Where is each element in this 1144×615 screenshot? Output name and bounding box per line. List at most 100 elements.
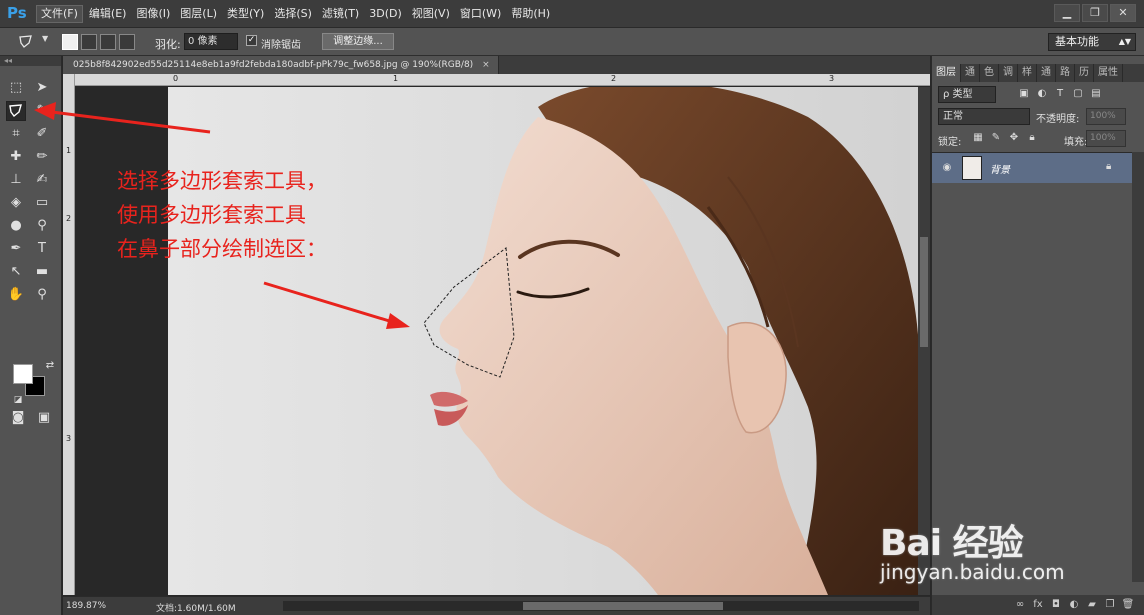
layer-filter-row: ρ 类型 ▣ ◐ T ▢ ▤ xyxy=(938,86,1138,103)
restore-button[interactable]: ❐ xyxy=(1082,4,1108,22)
menu-image[interactable]: 图像(I) xyxy=(132,5,174,23)
menu-file[interactable]: 文件(F) xyxy=(36,5,83,23)
workspace-select[interactable]: 基本功能 ▲▼ xyxy=(1048,33,1136,51)
tool-preset-caret-icon[interactable]: ▼ xyxy=(42,34,48,43)
canvas-horizontal-scrollbar[interactable] xyxy=(283,601,919,611)
polygonal-lasso-icon[interactable] xyxy=(18,34,34,50)
new-selection-button[interactable] xyxy=(62,34,78,50)
lock-row: 锁定: ▦ ✎ ✥ 🔒︎ 填充: 100% xyxy=(938,130,1138,148)
lock-transparency-icon[interactable]: ▦ xyxy=(972,132,984,144)
status-bar: 189.87% 文档:1.60M/1.60M xyxy=(63,596,930,615)
ruler-h-label: 2 xyxy=(611,74,617,83)
eye-icon[interactable]: ◉ xyxy=(940,161,954,175)
tab-color[interactable]: 色 xyxy=(980,64,999,82)
close-tab-icon[interactable]: × xyxy=(482,60,490,70)
hand-tool-icon[interactable]: ✋ xyxy=(6,285,26,305)
lock-all-icon[interactable]: 🔒︎ xyxy=(1026,132,1038,144)
tab-properties[interactable]: 属性 xyxy=(1094,64,1123,82)
adjustment-filter-icon[interactable]: ◐ xyxy=(1036,88,1048,100)
rectangle-tool-icon[interactable]: ▬ xyxy=(32,262,52,282)
ruler-h-label: 1 xyxy=(393,74,399,83)
tab-channels[interactable]: 通 xyxy=(961,64,980,82)
minimize-button[interactable]: ▁ xyxy=(1054,4,1080,22)
menu-3d[interactable]: 3D(D) xyxy=(365,5,406,23)
lock-position-icon[interactable]: ✥ xyxy=(1008,132,1020,144)
zoom-tool-icon[interactable]: ⚲ xyxy=(32,285,52,305)
menu-view[interactable]: 视图(V) xyxy=(408,5,454,23)
menu-select[interactable]: 选择(S) xyxy=(270,5,316,23)
clone-stamp-tool-icon[interactable]: ⊥ xyxy=(6,170,26,190)
trash-icon[interactable]: 🗑︎ xyxy=(1119,595,1137,615)
layer-thumbnail xyxy=(962,156,982,180)
new-layer-icon[interactable]: ❐ xyxy=(1101,595,1119,615)
layer-row-background[interactable]: ◉ 背景 🔒︎ xyxy=(932,153,1132,183)
photoshop-logo: Ps xyxy=(7,4,27,22)
feather-input[interactable]: 0 像素 xyxy=(184,33,238,50)
workspace-value: 基本功能 xyxy=(1055,35,1099,48)
menu-window[interactable]: 窗口(W) xyxy=(456,5,505,23)
feather-label: 羽化: xyxy=(155,38,181,51)
lock-pixels-icon[interactable]: ✎ xyxy=(990,132,1002,144)
path-selection-tool-icon[interactable]: ↖ xyxy=(6,262,26,282)
annotation-line-1: 选择多边形套索工具， xyxy=(117,169,327,193)
main-menu: 文件(F) 编辑(E) 图像(I) 图层(L) 类型(Y) 选择(S) 滤镜(T… xyxy=(36,5,556,23)
document-size-info: 文档:1.60M/1.60M xyxy=(156,604,236,614)
menu-type[interactable]: 类型(Y) xyxy=(223,5,268,23)
history-brush-tool-icon[interactable]: ✍ xyxy=(32,170,52,190)
ruler-h-label: 3 xyxy=(829,74,835,83)
gradient-tool-icon[interactable]: ▭ xyxy=(32,193,52,213)
subtract-selection-button[interactable] xyxy=(100,34,116,50)
intersect-selection-button[interactable] xyxy=(119,34,135,50)
close-button[interactable]: ✕ xyxy=(1110,4,1136,22)
menu-layer[interactable]: 图层(L) xyxy=(176,5,221,23)
blur-tool-icon[interactable]: ● xyxy=(6,216,26,236)
menu-edit[interactable]: 编辑(E) xyxy=(85,5,131,23)
smart-object-filter-icon[interactable]: ▤ xyxy=(1090,88,1102,100)
instruction-annotation: 选择多边形套索工具， 使用多边形套索工具 在鼻子部分绘制选区： xyxy=(117,164,327,266)
type-tool-icon[interactable]: T xyxy=(32,239,52,259)
fill-input[interactable]: 100% xyxy=(1086,130,1126,147)
tab-adjustments[interactable]: 调 xyxy=(999,64,1018,82)
watermark-logo-text: Bai 经验 xyxy=(880,523,1024,564)
quick-mask-icon[interactable]: ◙ xyxy=(8,408,28,428)
baidu-jingyan-watermark: Bai 经验 jingyan.baidu.com xyxy=(880,500,1100,600)
layers-scrollbar[interactable] xyxy=(1132,152,1144,582)
lock-icon: 🔒︎ xyxy=(1106,161,1112,172)
ruler-v-label: 2 xyxy=(66,214,72,223)
fill-label: 填充: xyxy=(1064,137,1088,148)
type-filter-icon[interactable]: T xyxy=(1054,88,1066,100)
opacity-input[interactable]: 100% xyxy=(1086,108,1126,125)
refine-edge-button[interactable]: 调整边缘... xyxy=(322,33,394,50)
shape-filter-icon[interactable]: ▢ xyxy=(1072,88,1084,100)
opacity-label: 不透明度: xyxy=(1036,114,1080,125)
antialias-checkbox[interactable]: ✓ xyxy=(246,35,257,46)
pen-tool-icon[interactable]: ✒ xyxy=(6,239,26,259)
tool-pointer-arrow xyxy=(34,102,211,134)
panel-tabs: 图层 通 色 调 样 通 路 历 属性 xyxy=(932,64,1144,82)
scroll-thumb[interactable] xyxy=(523,602,723,610)
menu-filter[interactable]: 滤镜(T) xyxy=(318,5,363,23)
eraser-tool-icon[interactable]: ◈ xyxy=(6,193,26,213)
layer-name: 背景 xyxy=(990,165,1010,176)
image-filter-icon[interactable]: ▣ xyxy=(1018,88,1030,100)
add-selection-button[interactable] xyxy=(81,34,97,50)
scroll-thumb[interactable] xyxy=(920,237,928,347)
watermark-url: jingyan.baidu.com xyxy=(880,560,1065,584)
tab-paths[interactable]: 路 xyxy=(1056,64,1075,82)
foreground-color-swatch[interactable] xyxy=(13,364,33,384)
zoom-level[interactable]: 189.87% xyxy=(66,601,106,611)
menu-help[interactable]: 帮助(H) xyxy=(507,5,554,23)
antialias-label: 消除锯齿 xyxy=(261,40,301,51)
dodge-tool-icon[interactable]: ⚲ xyxy=(32,216,52,236)
screen-mode-icon[interactable]: ▣ xyxy=(34,408,54,428)
annotation-line-2: 使用多边形套索工具 xyxy=(117,203,306,227)
tab-layers[interactable]: 图层 xyxy=(932,64,961,82)
tab-channels-2[interactable]: 通 xyxy=(1037,64,1056,82)
tab-history[interactable]: 历 xyxy=(1075,64,1094,82)
default-colors-icon[interactable]: ◪ xyxy=(8,390,28,410)
chevron-down-icon: ▲▼ xyxy=(1118,37,1131,46)
blend-mode-select[interactable]: 正常 xyxy=(938,108,1030,125)
tab-styles[interactable]: 样 xyxy=(1018,64,1037,82)
layer-filter-select[interactable]: ρ 类型 xyxy=(938,86,996,103)
swap-colors-icon[interactable]: ⇄ xyxy=(40,356,60,376)
